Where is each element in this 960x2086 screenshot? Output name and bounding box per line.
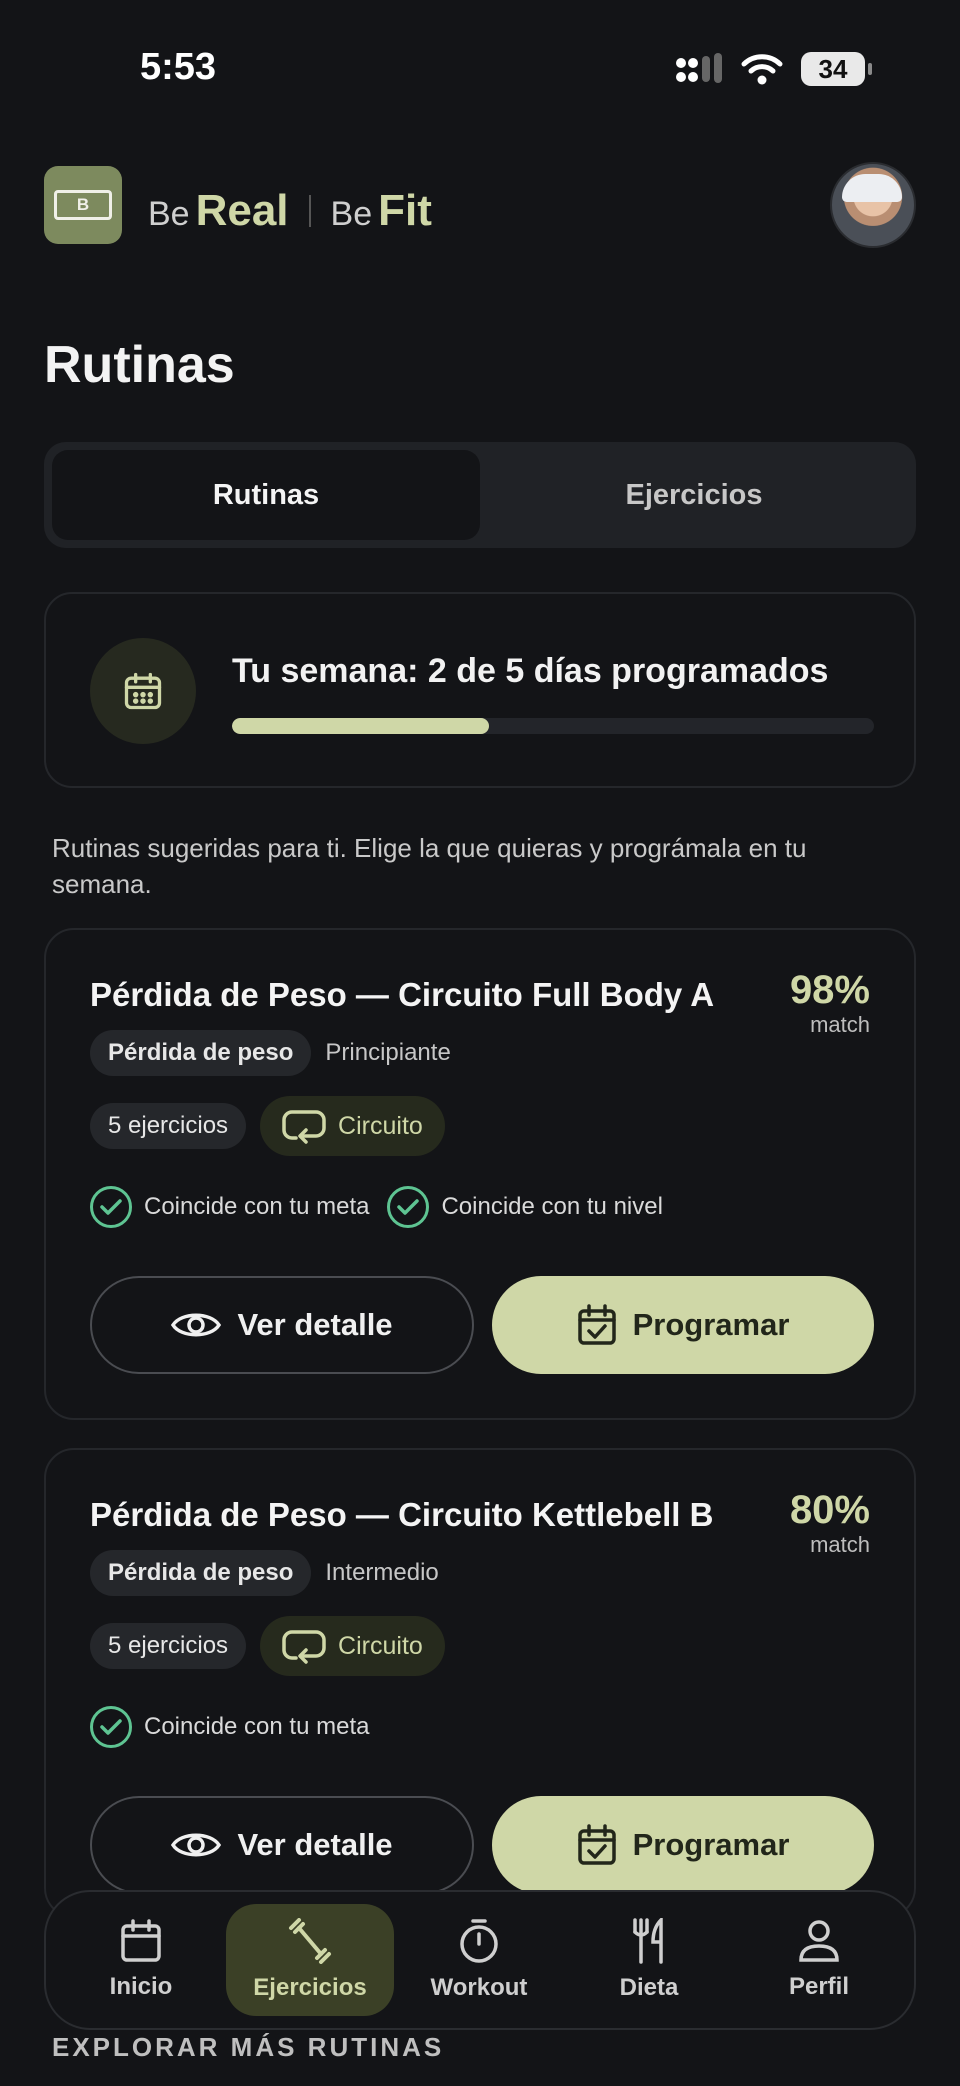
calendar-icon bbox=[90, 638, 196, 744]
brand-real: Real bbox=[195, 186, 289, 235]
check-circle-icon bbox=[90, 1706, 132, 1748]
brand-wordmark: Be Real Be Fit bbox=[148, 186, 432, 236]
battery-icon: 34 bbox=[801, 52, 872, 86]
view-detail-label: Ver detalle bbox=[237, 1827, 393, 1862]
brand-fit: Fit bbox=[378, 186, 432, 235]
nav-perfil[interactable]: Perfil bbox=[734, 1904, 904, 2016]
exercises-chip: 5 ejercicios bbox=[90, 1623, 247, 1669]
brand-be-1: Be bbox=[148, 195, 190, 233]
view-detail-button[interactable]: Ver detalle bbox=[90, 1796, 474, 1894]
utensils-icon bbox=[633, 1918, 663, 1964]
circuit-chip: Circuito bbox=[260, 1616, 445, 1676]
week-progress-bar bbox=[232, 718, 874, 734]
brand-divider bbox=[308, 195, 311, 227]
view-detail-label: Ver detalle bbox=[237, 1307, 393, 1342]
stopwatch-icon bbox=[460, 1919, 498, 1963]
calendar-icon bbox=[121, 1919, 161, 1962]
logo-mark: B bbox=[54, 190, 112, 220]
goal-chip: Pérdida de peso bbox=[90, 1030, 312, 1076]
routine-title: Pérdida de Peso — Circuito Kettlebell B bbox=[90, 1496, 714, 1533]
view-detail-button[interactable]: Ver detalle bbox=[90, 1276, 474, 1374]
nav-ejercicios[interactable]: Ejercicios bbox=[226, 1904, 394, 2016]
week-title: Tu semana: 2 de 5 días programados bbox=[232, 652, 829, 690]
circuit-chip: Circuito bbox=[260, 1096, 445, 1156]
status-icons: 34 bbox=[675, 52, 872, 86]
match-level-check: Coincide con tu nivel bbox=[387, 1186, 663, 1228]
level-label: Principiante bbox=[325, 1039, 451, 1066]
routine-card[interactable]: Pérdida de Peso — Circuito Full Body A 9… bbox=[44, 928, 916, 1420]
nav-label: Perfil bbox=[788, 1973, 850, 2000]
nav-inicio[interactable]: Inicio bbox=[56, 1904, 226, 2016]
schedule-label: Programar bbox=[632, 1827, 790, 1862]
level-label: Intermedio bbox=[325, 1559, 439, 1586]
tab-ejercicios[interactable]: Ejercicios bbox=[480, 450, 908, 540]
calendar-check-icon bbox=[577, 1304, 616, 1345]
match-value: 80% bbox=[789, 1488, 870, 1532]
goal-chip: Pérdida de peso bbox=[90, 1550, 312, 1596]
match-value: 98% bbox=[789, 968, 870, 1012]
app-logo[interactable]: B bbox=[44, 166, 122, 244]
match-goal-check: Coincide con tu meta bbox=[90, 1706, 369, 1748]
match-goal-check: Coincide con tu meta bbox=[90, 1186, 369, 1228]
app-header: B Be Real Be Fit bbox=[44, 160, 916, 250]
circuit-label: Circuito bbox=[338, 1631, 423, 1660]
match-label: match bbox=[810, 1532, 870, 1557]
loop-icon bbox=[282, 1630, 326, 1664]
check-circle-icon bbox=[90, 1186, 132, 1228]
check-label: Coincide con tu nivel bbox=[441, 1193, 663, 1220]
page-title: Rutinas bbox=[44, 336, 235, 394]
user-icon bbox=[799, 1920, 839, 1962]
avatar[interactable] bbox=[830, 162, 916, 248]
check-label: Coincide con tu meta bbox=[144, 1713, 370, 1740]
exercises-chip: 5 ejercicios bbox=[90, 1103, 247, 1149]
nav-label: Dieta bbox=[619, 1974, 679, 2001]
match-score: 98% match bbox=[790, 968, 870, 1038]
eye-icon bbox=[171, 1313, 222, 1337]
week-progress-card[interactable]: Tu semana: 2 de 5 días programados bbox=[44, 592, 916, 788]
calendar-check-icon bbox=[577, 1824, 616, 1865]
segmented-tabs: Rutinas Ejercicios bbox=[44, 442, 916, 548]
battery-level: 34 bbox=[801, 52, 865, 86]
signal-icon bbox=[676, 53, 722, 83]
loop-icon bbox=[282, 1110, 326, 1144]
nav-label: Inicio bbox=[109, 1973, 173, 2000]
tab-rutinas[interactable]: Rutinas bbox=[52, 450, 480, 540]
brand-be-2: Be bbox=[330, 195, 373, 233]
nav-dieta[interactable]: Dieta bbox=[564, 1904, 734, 2016]
routine-card[interactable]: Pérdida de Peso — Circuito Kettlebell B … bbox=[44, 1448, 916, 1918]
check-circle-icon bbox=[387, 1186, 430, 1228]
wifi-icon bbox=[741, 54, 783, 85]
schedule-button[interactable]: Programar bbox=[492, 1276, 874, 1374]
match-score: 80% match bbox=[790, 1488, 870, 1558]
routine-title: Pérdida de Peso — Circuito Full Body A bbox=[90, 976, 715, 1013]
dumbbell-icon bbox=[289, 1918, 331, 1964]
explore-more-heading[interactable]: EXPLORAR MÁS RUTINAS bbox=[52, 2032, 444, 2063]
status-bar: 5:53 34 bbox=[0, 0, 960, 140]
nav-label: Workout bbox=[430, 1974, 528, 2001]
schedule-button[interactable]: Programar bbox=[492, 1796, 874, 1894]
week-progress-fill bbox=[232, 718, 489, 734]
schedule-label: Programar bbox=[632, 1307, 790, 1342]
eye-icon bbox=[171, 1833, 222, 1857]
match-label: match bbox=[810, 1012, 870, 1037]
check-label: Coincide con tu meta bbox=[144, 1193, 370, 1220]
nav-workout[interactable]: Workout bbox=[394, 1904, 564, 2016]
status-time: 5:53 bbox=[140, 46, 217, 88]
intro-text: Rutinas sugeridas para ti. Elige la que … bbox=[52, 833, 807, 899]
nav-label: Ejercicios bbox=[253, 1974, 367, 2001]
circuit-label: Circuito bbox=[338, 1111, 423, 1140]
bottom-nav: Inicio Ejercicios Workout Dieta Perfil bbox=[44, 1890, 916, 2030]
